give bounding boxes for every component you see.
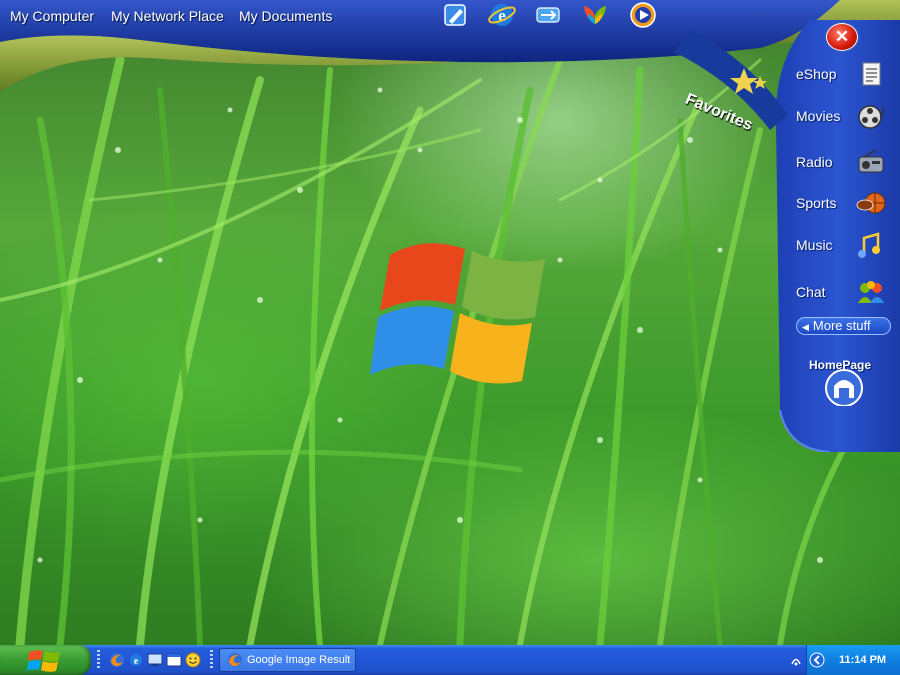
sidebar-item-label: Radio — [796, 154, 833, 170]
triangle-left-icon: ◀ — [802, 322, 809, 332]
sidebar-item-radio[interactable]: Radio — [788, 145, 898, 179]
sidebar-item-chat[interactable]: Chat — [788, 275, 898, 309]
show-desktop-icon[interactable] — [147, 652, 163, 668]
msn-butterfly-icon[interactable] — [580, 0, 610, 30]
start-button[interactable] — [0, 645, 91, 675]
network-sync-icon[interactable] — [533, 0, 563, 30]
toolbar-grip[interactable] — [210, 650, 213, 670]
notepad-icon[interactable] — [440, 0, 470, 30]
my-documents-link[interactable]: My Documents — [239, 8, 332, 24]
sidebar-item-movies[interactable]: Movies — [788, 99, 898, 133]
shopping-list-icon — [862, 62, 881, 86]
my-computer-link[interactable]: My Computer — [10, 8, 94, 24]
toolbar-grip[interactable] — [97, 650, 100, 670]
windows-logo — [370, 243, 545, 384]
internet-explorer-icon[interactable]: e — [487, 0, 517, 30]
chevron-left-icon[interactable] — [809, 652, 825, 668]
more-stuff-label: More stuff — [812, 318, 871, 333]
close-button[interactable]: ✕ — [826, 23, 858, 51]
taskbar: e Google Image Result fo... 11:14 PM — [0, 645, 900, 675]
smiley-icon[interactable] — [185, 652, 201, 668]
firefox-icon — [228, 653, 242, 667]
more-stuff-button[interactable]: ◀ More stuff — [796, 317, 891, 335]
homepage-button[interactable]: HomePage — [808, 350, 878, 406]
system-tray: 11:14 PM — [791, 645, 900, 675]
my-network-place-link[interactable]: My Network Place — [111, 8, 224, 24]
sidebar-item-label: Chat — [796, 284, 826, 300]
sidebar-item-music[interactable]: Music — [788, 228, 898, 262]
home-icon — [825, 369, 863, 406]
sidebar-item-label: Movies — [796, 108, 841, 124]
svg-text:e: e — [134, 656, 139, 667]
radio-icon — [858, 149, 884, 173]
network-tray-icon[interactable] — [789, 653, 803, 667]
taskbar-window-button[interactable]: Google Image Result fo... — [219, 648, 356, 672]
windows-flag-icon — [27, 650, 60, 672]
sidebar-item-label: eShop — [796, 66, 837, 82]
window-icon[interactable] — [166, 652, 182, 668]
firefox-icon[interactable] — [109, 652, 125, 668]
chat-people-icon — [858, 281, 884, 303]
media-player-icon[interactable] — [628, 0, 658, 30]
favorites-sidebar: ✕ Favorites eShop Movies Radio Sports Mu… — [674, 20, 900, 452]
music-notes-icon — [858, 232, 880, 258]
sports-balls-icon — [856, 192, 886, 214]
sidebar-item-eshop[interactable]: eShop — [788, 57, 898, 91]
sidebar-item-label: Sports — [796, 195, 837, 211]
internet-explorer-icon[interactable]: e — [128, 652, 144, 668]
sidebar-item-label: Music — [796, 237, 833, 253]
sidebar-item-sports[interactable]: Sports — [788, 186, 898, 220]
taskbar-window-title: Google Image Result fo... — [247, 654, 352, 666]
film-reel-icon — [858, 105, 885, 129]
taskbar-clock[interactable]: 11:14 PM — [839, 654, 886, 666]
